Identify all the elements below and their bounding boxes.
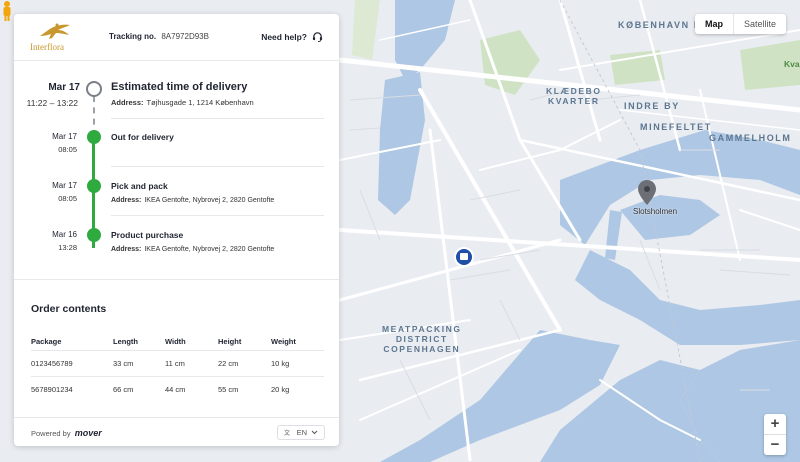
eta-title: Estimated time of delivery (111, 81, 248, 93)
interflora-logo: Interflora (30, 22, 76, 52)
event-address-value: IKEA Gentofte, Nybrovej 2, 2820 Gentofte (144, 246, 275, 253)
logo-text: Interflora (30, 42, 64, 52)
event-address-value: IKEA Gentofte, Nybrovej 2, 2820 Gentofte (144, 197, 275, 204)
headset-icon (312, 32, 323, 42)
tracking-value: 8A7972D93B (161, 32, 209, 41)
map-label-kva: Kva (784, 59, 800, 69)
length-cell: 33 cm (113, 350, 165, 377)
event-address: Address: IKEA Gentofte, Nybrovej 2, 2820 … (111, 197, 274, 204)
event-time: 13:28 (58, 243, 77, 252)
eta-status-ring (86, 81, 102, 97)
column-header: Width (165, 336, 186, 346)
event-date: Mar 17 (52, 132, 77, 141)
help-label: Need help? (261, 31, 307, 42)
satellite-view-button[interactable]: Satellite (734, 14, 786, 34)
map-label-klaedebo-line1: KLÆDEBO (546, 86, 602, 96)
translate-icon: 文 (284, 429, 290, 437)
map-type-toggle[interactable]: Map Satellite (694, 14, 786, 34)
event-address: Address: IKEA Gentofte, Nybrovej 2, 2820 … (111, 246, 274, 253)
event-title: Pick and pack (111, 181, 168, 191)
map-label-klaedebo: KLÆDEBO KVARTER (546, 86, 602, 106)
map-label-minefeltet: MINEFELTET (640, 122, 712, 132)
order-contents-table: Package Length Width Height Weight 01234… (31, 332, 324, 402)
map-label-indre-by: INDRE BY (624, 101, 680, 111)
panel-header: Interflora Tracking no. 8A7972D93B Need … (14, 14, 339, 61)
event-address-label: Address: (111, 246, 142, 253)
weight-cell: 10 kg (271, 350, 324, 377)
height-cell: 55 cm (218, 376, 271, 402)
event-date: Mar 16 (52, 230, 77, 239)
tracking-number: Tracking no. 8A7972D93B (109, 32, 209, 41)
pin-label: Slotsholmen (633, 207, 678, 216)
column-header: Package (31, 336, 62, 346)
eta-time-window: 11:22 – 13:22 (26, 98, 78, 108)
eta-date: Mar 17 (48, 82, 80, 93)
weight-cell: 20 kg (271, 376, 324, 402)
pegman-icon[interactable] (0, 0, 14, 22)
timeline-separator (111, 215, 324, 216)
column-header: Weight (271, 336, 296, 346)
svg-text:文: 文 (284, 429, 290, 437)
zoom-out-button[interactable]: − (764, 435, 786, 455)
table-row: 5678901234 66 cm 44 cm 55 cm 20 kg (31, 376, 324, 402)
powered-by: Powered by mover (31, 428, 102, 438)
panel-footer: Powered by mover 文 EN (14, 417, 339, 446)
map-label-gammelholm: GAMMELHOLM (709, 133, 792, 143)
mercury-logo-icon (40, 23, 70, 39)
language-selector[interactable]: 文 EN (276, 425, 325, 440)
eta-address: Address: Tøjhusgade 1, 1214 København (111, 98, 254, 107)
event-title: Out for delivery (111, 132, 174, 142)
length-cell: 66 cm (113, 376, 165, 402)
height-cell: 22 cm (218, 350, 271, 377)
language-value: EN (296, 428, 307, 437)
map-label-klaedebo-line2: KVARTER (547, 96, 600, 106)
package-cell: 0123456789 (31, 350, 113, 377)
map-label-kobenhavn-k: KØBENHAVN K (618, 20, 702, 30)
event-status-dot (87, 228, 101, 242)
event-time: 08:05 (58, 145, 77, 154)
order-contents-title: Order contents (31, 303, 107, 315)
zoom-controls: + − (764, 414, 786, 455)
map-label-meatpacking: MEATPACKING DISTRICT COPENHAGEN (382, 324, 462, 354)
column-header: Height (218, 336, 242, 346)
package-cell: 5678901234 (31, 376, 113, 402)
table-header-row: Package Length Width Height Weight (31, 332, 324, 351)
column-header: Length (113, 336, 138, 346)
tracking-label: Tracking no. (109, 32, 157, 41)
eta-address-label: Address: (111, 98, 144, 107)
map-view-button[interactable]: Map (695, 14, 734, 34)
event-status-dot (87, 130, 101, 144)
map-label-meatpacking-line3: COPENHAGEN (383, 344, 461, 354)
tracking-panel: Interflora Tracking no. 8A7972D93B Need … (14, 14, 339, 446)
eta-address-value: Tøjhusgade 1, 1214 København (146, 98, 254, 107)
chevron-down-icon (311, 430, 318, 435)
section-divider (14, 279, 339, 280)
event-address-label: Address: (111, 197, 142, 204)
table-row: 0123456789 33 cm 11 cm 22 cm 10 kg (31, 350, 324, 377)
mover-brand[interactable]: mover (75, 428, 102, 438)
help-link[interactable]: Need help? (261, 31, 323, 42)
event-status-dot (87, 179, 101, 193)
event-date: Mar 17 (52, 181, 77, 190)
event-time: 08:05 (58, 194, 77, 203)
courier-marker-icon (454, 247, 474, 267)
zoom-in-button[interactable]: + (764, 414, 786, 434)
width-cell: 44 cm (165, 376, 218, 402)
powered-label: Powered by (31, 429, 71, 438)
map-label-meatpacking-line1: MEATPACKING (382, 324, 462, 334)
map-label-meatpacking-line2: DISTRICT (395, 334, 448, 344)
timeline-separator (111, 166, 324, 167)
delivery-timeline: Mar 17 11:22 – 13:22 Estimated time of d… (14, 61, 339, 281)
width-cell: 11 cm (165, 350, 218, 377)
timeline-separator (111, 118, 324, 119)
event-title: Product purchase (111, 230, 184, 240)
